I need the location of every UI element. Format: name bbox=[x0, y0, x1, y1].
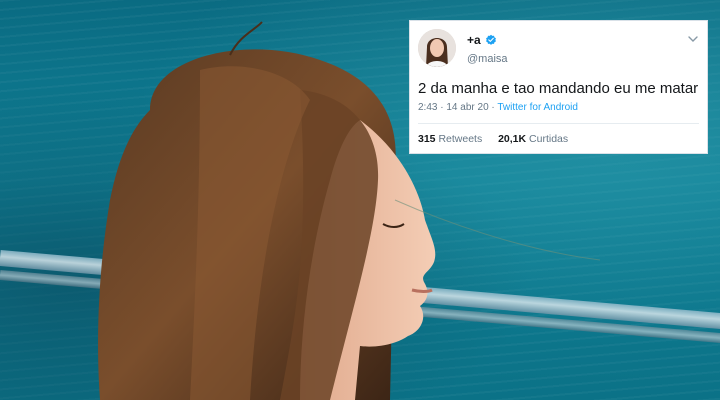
likes-label[interactable]: Curtidas bbox=[529, 133, 568, 145]
divider bbox=[418, 123, 699, 124]
avatar-image bbox=[418, 29, 456, 67]
tweet-text: 2 da manha e tao mandando eu me matar bbox=[418, 80, 699, 97]
chevron-down-icon[interactable] bbox=[687, 33, 699, 45]
retweets-count[interactable]: 315 bbox=[418, 133, 436, 145]
meta-separator: · bbox=[440, 102, 444, 113]
retweets-label[interactable]: Retweets bbox=[438, 133, 482, 145]
tweet-time[interactable]: 2:43 bbox=[418, 102, 437, 113]
tweet-source-link[interactable]: Twitter for Android bbox=[497, 102, 578, 113]
tweet-card[interactable]: +a @maisa 2 da manha e tao mandando eu m… bbox=[409, 20, 708, 154]
display-name[interactable]: +a bbox=[467, 33, 481, 47]
meta-separator: · bbox=[491, 102, 495, 113]
tweet-date[interactable]: 14 abr 20 bbox=[446, 102, 488, 113]
likes-count[interactable]: 20,1K bbox=[498, 133, 526, 145]
tweet-meta: 2:43 · 14 abr 20 · Twitter for Android bbox=[418, 102, 578, 113]
tweet-stats: 315 Retweets 20,1K Curtidas bbox=[418, 133, 568, 145]
avatar[interactable] bbox=[418, 29, 456, 67]
handle[interactable]: @maisa bbox=[467, 53, 508, 65]
verified-badge-icon bbox=[485, 34, 496, 45]
